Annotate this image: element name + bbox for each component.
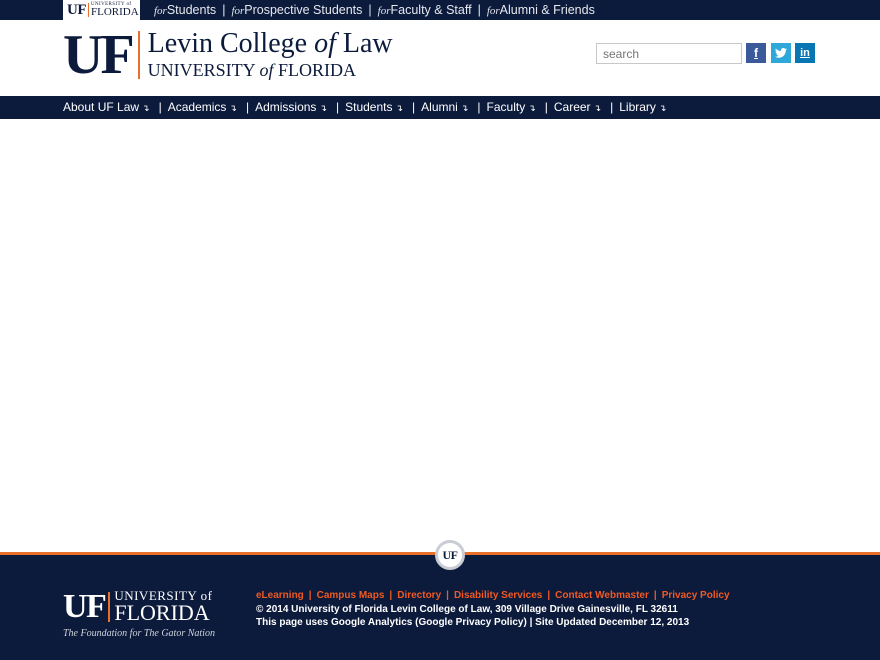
uf-badge-logo[interactable]: UF UNIVERSITY of FLORIDA	[63, 0, 140, 20]
nav-item-career[interactable]: Career ↴	[554, 100, 601, 114]
footer-copyright: © 2014 University of Florida Levin Colle…	[256, 604, 678, 615]
main-navigation: About UF Law ↴ | Academics ↴ | Admissions ↴…	[0, 96, 880, 119]
audience-link-faculty-staff[interactable]: forFaculty & Staff	[378, 3, 472, 17]
uf-seal-icon: UF	[435, 540, 465, 570]
uf-badge-monogram: UF	[67, 1, 87, 18]
dropdown-arrow-icon: ↴	[229, 103, 237, 113]
linkedin-icon[interactable]: in	[795, 43, 815, 63]
dropdown-arrow-icon: ↴	[142, 103, 150, 113]
footer-logo-divider	[108, 591, 111, 622]
footer-link-disability-services[interactable]: Disability Services	[454, 590, 542, 601]
top-utility-bar: UF UNIVERSITY of FLORIDA forStudents | for…	[0, 0, 880, 20]
uf-badge-florida: FLORIDA	[91, 6, 139, 18]
footer-uf-monogram: UF	[63, 587, 107, 625]
dropdown-arrow-icon: ↴	[395, 103, 404, 113]
footer-link-separator: |	[308, 590, 312, 601]
nav-separator: |	[610, 100, 614, 114]
footer-links: eLearning | Campus Maps | Directory | Disabili…	[256, 590, 730, 601]
dropdown-arrow-icon: ↴	[593, 103, 602, 113]
twitter-bird-glyph	[775, 48, 787, 58]
nav-item-admissions[interactable]: Admissions ↴	[255, 100, 327, 114]
audience-link-prospective-students[interactable]: forProspective Students	[231, 3, 362, 17]
uf-monogram: UF	[63, 24, 135, 86]
search-input[interactable]	[596, 43, 742, 64]
nav-item-alumni[interactable]: Alumni ↴	[421, 100, 468, 114]
audience-link-alumni-friends[interactable]: forAlumni & Friends	[487, 3, 595, 17]
nav-separator: |	[158, 100, 162, 114]
nav-separator: |	[335, 100, 340, 114]
nav-item-library[interactable]: Library ↴	[619, 100, 666, 114]
audience-links: forStudents | forProspective Students | forF…	[154, 3, 595, 17]
footer-link-separator: |	[389, 590, 393, 601]
nav-separator: |	[412, 100, 416, 114]
nav-separator: |	[477, 100, 481, 114]
footer-link-contact-webmaster[interactable]: Contact Webmaster	[555, 590, 649, 601]
nav-item-faculty[interactable]: Faculty ↴	[487, 100, 536, 114]
footer-uf-logo[interactable]: UF UNIVERSITY of FLORIDA The Foundation …	[63, 589, 215, 639]
footer-link-elearning[interactable]: eLearning	[256, 590, 304, 601]
audience-separator: |	[222, 3, 226, 17]
dropdown-arrow-icon: ↴	[658, 103, 667, 113]
levin-college-logo[interactable]: UF Levin College of Law UNIVERSITY of FL…	[63, 24, 393, 86]
uf-badge-divider	[88, 3, 89, 17]
nav-separator: |	[544, 100, 548, 114]
audience-link-students[interactable]: forStudents	[154, 3, 216, 17]
audience-separator: |	[368, 3, 372, 17]
dropdown-arrow-icon: ↴	[528, 103, 536, 113]
nav-item-academics[interactable]: Academics ↴	[168, 100, 237, 114]
nav-item-about[interactable]: About UF Law ↴	[63, 100, 150, 114]
twitter-icon[interactable]	[771, 43, 791, 63]
dropdown-arrow-icon: ↴	[460, 103, 469, 113]
footer-analytics-notice: This page uses Google Analytics (Google …	[256, 617, 690, 628]
university-subtitle: UNIVERSITY of FLORIDA	[147, 60, 357, 80]
footer-logo-florida: FLORIDA	[114, 600, 210, 625]
main-content	[0, 119, 880, 552]
footer-link-separator: |	[446, 590, 449, 601]
footer-link-privacy-policy[interactable]: Privacy Policy	[662, 590, 730, 601]
footer-tagline: The Foundation for The Gator Nation	[63, 628, 215, 639]
logo-divider	[137, 31, 140, 79]
footer-link-separator: |	[653, 590, 657, 601]
dropdown-arrow-icon: ↴	[319, 103, 327, 113]
facebook-icon[interactable]: f	[746, 43, 766, 63]
nav-item-students[interactable]: Students ↴	[345, 100, 403, 114]
nav-separator: |	[245, 100, 250, 114]
college-title: Levin College of Law	[147, 28, 393, 59]
footer-link-separator: |	[547, 590, 551, 601]
footer-link-campus-maps[interactable]: Campus Maps	[317, 590, 385, 601]
audience-separator: |	[477, 3, 481, 17]
footer-link-directory[interactable]: Directory	[397, 590, 441, 601]
